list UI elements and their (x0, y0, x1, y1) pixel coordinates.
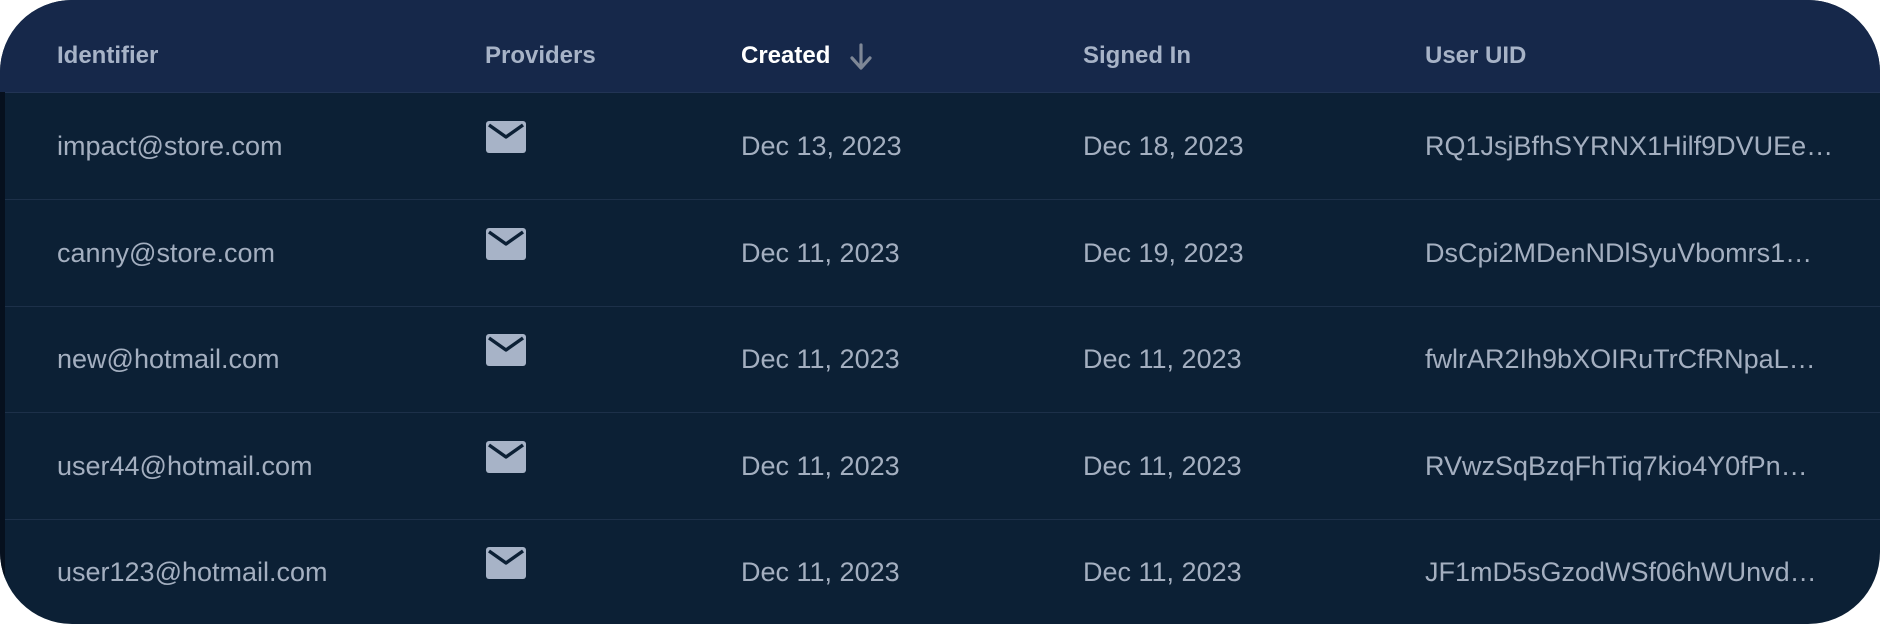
cell-identifier: user123@hotmail.com (57, 557, 328, 587)
cell-user-uid: RVwzSqBzqFhTiq7kio4Y0fPn… (1425, 451, 1808, 481)
email-icon (486, 228, 526, 260)
email-icon (486, 334, 526, 366)
cell-identifier: impact@store.com (57, 131, 283, 161)
cell-created: Dec 11, 2023 (741, 238, 900, 268)
table-left-edge (0, 92, 5, 624)
table-row[interactable]: new@hotmail.com Dec 11, 2023 Dec 11, 202… (0, 306, 1880, 413)
cell-signed-in: Dec 11, 2023 (1083, 557, 1242, 587)
column-header-created[interactable]: Created (741, 0, 874, 92)
email-icon (486, 121, 526, 153)
cell-user-uid: RQ1JsjBfhSYRNX1Hilf9DVUEe… (1425, 131, 1834, 161)
column-header-identifier[interactable]: Identifier (57, 0, 158, 92)
cell-signed-in: Dec 11, 2023 (1083, 344, 1242, 374)
table-header: Identifier Providers Created Signed In U… (0, 0, 1880, 93)
email-icon (486, 547, 526, 579)
column-header-user-uid[interactable]: User UID (1425, 0, 1526, 92)
cell-identifier: user44@hotmail.com (57, 451, 313, 481)
cell-created: Dec 11, 2023 (741, 344, 900, 374)
arrow-down-icon[interactable] (848, 43, 874, 71)
email-icon (486, 441, 526, 473)
table-row[interactable]: impact@store.com Dec 13, 2023 Dec 18, 20… (0, 93, 1880, 200)
cell-created: Dec 13, 2023 (741, 131, 902, 161)
cell-created: Dec 11, 2023 (741, 451, 900, 481)
column-header-created-label: Created (741, 42, 831, 69)
cell-identifier: canny@store.com (57, 238, 275, 268)
cell-created: Dec 11, 2023 (741, 557, 900, 587)
users-table: Identifier Providers Created Signed In U… (0, 0, 1880, 624)
table-row[interactable]: user123@hotmail.com Dec 11, 2023 Dec 11,… (0, 519, 1880, 624)
column-header-providers[interactable]: Providers (485, 0, 596, 92)
table-row[interactable]: canny@store.com Dec 11, 2023 Dec 19, 202… (0, 200, 1880, 307)
cell-signed-in: Dec 11, 2023 (1083, 451, 1242, 481)
table-row[interactable]: user44@hotmail.com Dec 11, 2023 Dec 11, … (0, 413, 1880, 520)
cell-signed-in: Dec 19, 2023 (1083, 238, 1244, 268)
cell-user-uid: fwlrAR2Ih9bXOIRuTrCfRNpaL… (1425, 344, 1816, 374)
cell-signed-in: Dec 18, 2023 (1083, 131, 1244, 161)
cell-user-uid: JF1mD5sGzodWSf06hWUnvd… (1425, 557, 1817, 587)
cell-identifier: new@hotmail.com (57, 344, 280, 374)
column-header-signed-in[interactable]: Signed In (1083, 0, 1191, 92)
cell-user-uid: DsCpi2MDenNDlSyuVbomrs1… (1425, 238, 1813, 268)
